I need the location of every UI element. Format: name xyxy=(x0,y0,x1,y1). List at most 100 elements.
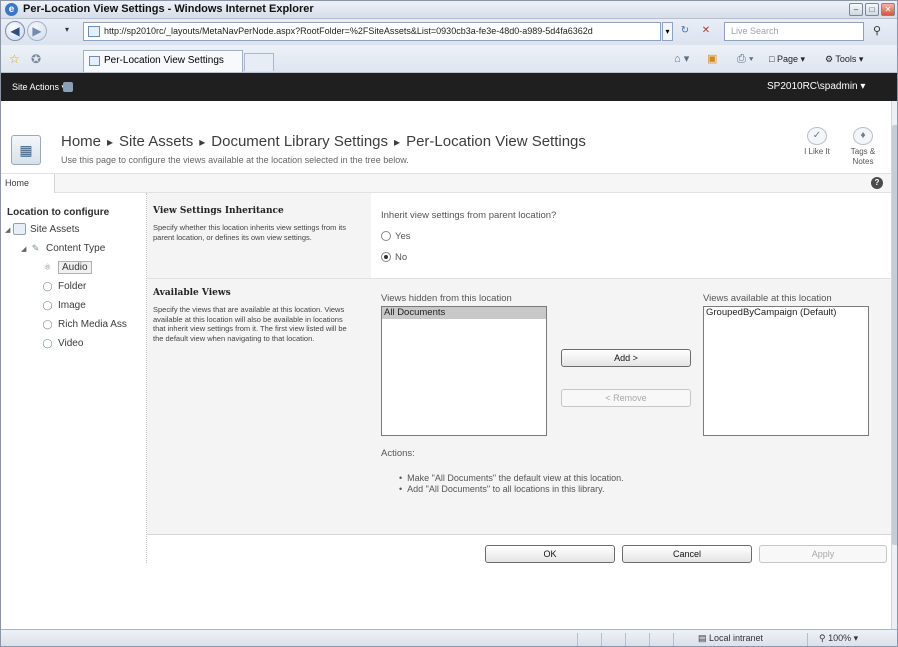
tab-label: Per-Location View Settings xyxy=(104,55,224,66)
content-type-icon: ✎ xyxy=(31,243,40,254)
page-menu[interactable]: □ Page ▾ xyxy=(769,52,805,66)
help-icon[interactable]: ? xyxy=(871,177,883,189)
security-zone[interactable]: ▤ Local intranet xyxy=(698,633,763,644)
home-icon[interactable]: ⌂ ▾ xyxy=(674,52,689,66)
inheritance-description: Specify whether this location inherits v… xyxy=(153,223,346,242)
action-add-all-locations-text: Add "All Documents" to all locations in … xyxy=(407,484,605,494)
collapse-icon[interactable]: ◢ xyxy=(21,242,29,258)
site-logo-icon: ▦ xyxy=(11,135,41,165)
topnav-home-link[interactable]: Home xyxy=(1,174,55,193)
tree-node-video[interactable]: ◯ Video xyxy=(41,336,83,352)
close-window-button[interactable]: ✕ xyxy=(881,3,895,16)
remove-view-button[interactable]: < Remove xyxy=(561,389,691,407)
add-view-button[interactable]: Add > xyxy=(561,349,691,367)
tab-current-page[interactable]: Per-Location View Settings xyxy=(83,50,243,72)
tags-notes-label-1: Tags & xyxy=(850,147,876,156)
feeds-icon[interactable]: ▣ xyxy=(707,52,717,66)
history-dropdown-icon[interactable]: ▾ xyxy=(65,25,69,34)
site-actions-menu[interactable]: Site Actions ▾ xyxy=(12,73,66,101)
breadcrumb-library-settings[interactable]: Document Library Settings xyxy=(211,133,388,150)
address-text: http://sp2010rc/_layouts/MetaNavPerNode.… xyxy=(104,26,593,36)
status-divider xyxy=(625,633,626,646)
sharepoint-ribbon: Site Actions ▾ SP2010RC\spadmin ▾ xyxy=(1,73,897,101)
i-like-it-button[interactable]: ✓ I Like It xyxy=(795,127,839,157)
breadcrumb-site-assets[interactable]: Site Assets xyxy=(119,133,193,150)
inheritance-section-controls: Inherit view settings from parent locati… xyxy=(371,193,891,279)
content-type-icon: ◯ xyxy=(42,319,53,330)
site-actions-label: Site Actions xyxy=(12,82,60,92)
available-view-item[interactable]: GroupedByCampaign (Default) xyxy=(704,307,868,319)
action-make-default[interactable]: • Make "All Documents" the default view … xyxy=(399,473,624,484)
window-title-bar: e Per-Location View Settings - Windows I… xyxy=(1,1,897,19)
available-views-listbox[interactable]: GroupedByCampaign (Default) xyxy=(703,306,869,436)
add-favorite-icon[interactable]: ✪ xyxy=(31,52,41,66)
tag-icon: ♦ xyxy=(853,127,873,145)
inherit-no-radio[interactable]: No xyxy=(381,252,407,264)
radio-no-label: No xyxy=(395,252,408,263)
page-icon: □ xyxy=(769,54,777,64)
ok-button[interactable]: OK xyxy=(485,545,615,563)
tree-node-audio[interactable]: ⚛ Audio xyxy=(41,260,92,276)
hidden-views-label: Views hidden from this location xyxy=(381,293,512,304)
print-icon[interactable]: ⎙ ▾ xyxy=(737,52,753,66)
tree-label-rich-media: Rich Media Ass xyxy=(58,319,127,330)
refresh-icon[interactable]: ↻ xyxy=(677,23,693,39)
content-type-icon: ◯ xyxy=(42,300,53,311)
radio-no[interactable] xyxy=(381,252,391,263)
page-header: ▦ Home ▸ Site Assets ▸ Document Library Sett… xyxy=(1,101,891,173)
breadcrumb-home[interactable]: Home xyxy=(61,133,101,150)
tree-label-site-assets: Site Assets xyxy=(30,224,80,235)
radio-yes[interactable] xyxy=(381,231,391,242)
address-dropdown-button[interactable]: ▾ xyxy=(662,22,673,41)
tree-node-content-type[interactable]: ◢ ✎ Content Type xyxy=(21,241,105,258)
tab-toolbar: ☆ ✪ Per-Location View Settings ⌂ ▾ ▣ ⎙ ▾… xyxy=(1,45,897,73)
new-tab-button[interactable] xyxy=(244,53,274,71)
maximize-button[interactable]: □ xyxy=(865,3,879,16)
tree-label-video: Video xyxy=(58,338,84,349)
user-menu[interactable]: SP2010RC\spadmin ▾ xyxy=(767,73,865,101)
content-type-icon: ⚛ xyxy=(43,262,52,273)
thumbs-up-icon: ✓ xyxy=(807,127,827,145)
tags-notes-button[interactable]: ♦ Tags & Notes xyxy=(841,127,885,167)
tree-node-image[interactable]: ◯ Image xyxy=(41,298,85,314)
favorites-star-icon[interactable]: ☆ xyxy=(9,52,20,66)
security-zone-label: Local intranet xyxy=(709,633,764,643)
tree-node-rich-media[interactable]: ◯ Rich Media Ass xyxy=(41,317,127,333)
address-toolbar: ◀ ▶ ▾ http://sp2010rc/_layouts/MetaNavPe… xyxy=(1,19,897,45)
status-divider xyxy=(577,633,578,646)
intranet-icon: ▤ xyxy=(698,633,710,643)
library-icon xyxy=(13,223,26,236)
tab-favicon xyxy=(89,56,100,66)
stop-icon[interactable]: ✕ xyxy=(698,23,714,39)
address-field[interactable]: http://sp2010rc/_layouts/MetaNavPerNode.… xyxy=(83,22,661,41)
search-icon[interactable]: ⚲ xyxy=(869,23,885,39)
i-like-it-label: I Like It xyxy=(804,147,830,156)
tree-title: Location to configure xyxy=(7,207,110,218)
action-add-all-locations[interactable]: • Add "All Documents" to all locations i… xyxy=(399,484,604,495)
back-button[interactable]: ◀ xyxy=(5,21,25,41)
edit-page-icon[interactable] xyxy=(63,82,73,92)
scrollbar-thumb[interactable] xyxy=(892,125,897,545)
tree-label-audio: Audio xyxy=(58,261,92,274)
hidden-view-item[interactable]: All Documents xyxy=(382,307,546,319)
tools-menu[interactable]: ⚙ Tools ▾ xyxy=(825,52,863,66)
views-title: Available Views xyxy=(153,288,231,298)
vertical-scrollbar[interactable] xyxy=(891,101,897,629)
tree-node-folder[interactable]: ◯ Folder xyxy=(41,279,86,295)
action-make-default-text: Make "All Documents" the default view at… xyxy=(407,473,624,483)
cancel-button[interactable]: Cancel xyxy=(622,545,752,563)
collapse-icon[interactable]: ◢ xyxy=(5,223,13,239)
zoom-control[interactable]: ⚲ 100% ▾ xyxy=(819,633,858,644)
breadcrumb-separator-icon: ▸ xyxy=(394,135,401,149)
inherit-yes-radio[interactable]: Yes xyxy=(381,231,411,243)
search-placeholder: Live Search xyxy=(731,26,779,36)
zoom-icon: ⚲ xyxy=(819,633,829,643)
minimize-button[interactable]: – xyxy=(849,3,863,16)
status-divider xyxy=(601,633,602,646)
hidden-views-listbox[interactable]: All Documents xyxy=(381,306,547,436)
search-input[interactable]: Live Search xyxy=(724,22,864,41)
tree-node-site-assets[interactable]: ◢ Site Assets xyxy=(5,222,79,239)
apply-button[interactable]: Apply xyxy=(759,545,887,563)
status-divider xyxy=(673,633,674,646)
forward-button[interactable]: ▶ xyxy=(27,21,47,41)
